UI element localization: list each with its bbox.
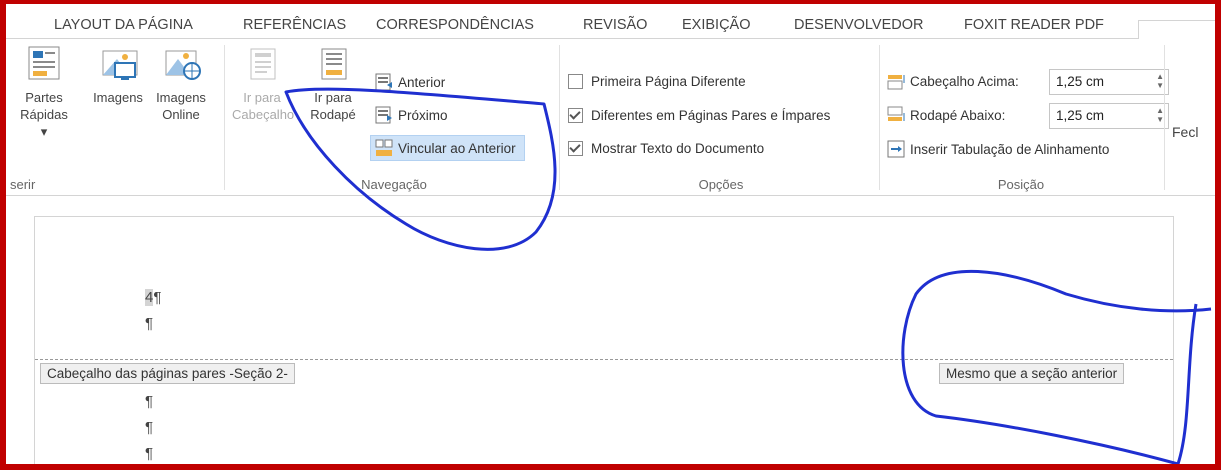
tab-revisao[interactable]: REVISÃO [583, 17, 647, 33]
tab-correspondencias[interactable]: CORRESPONDÊNCIAS [376, 17, 534, 33]
mostrar-label: Mostrar Texto do Documento [591, 141, 765, 156]
primeira-label: Primeira Página Diferente [591, 74, 746, 89]
next-section-icon [375, 106, 392, 124]
inserir-tabulacao-button[interactable]: Inserir Tabulação de Alinhamento [886, 137, 1109, 161]
ribbon-tab-bar: LAYOUT DA PÁGINA REFERÊNCIAS CORRESPONDÊ… [6, 4, 1215, 39]
link-to-previous-icon [375, 139, 393, 156]
tab-referencias[interactable]: REFERÊNCIAS [243, 17, 346, 33]
checkbox-box [568, 74, 583, 89]
tabulacao-label: Inserir Tabulação de Alinhamento [910, 141, 1110, 157]
rodape-abaixo-input[interactable]: 1,25 cm ▲ ▼ [1049, 103, 1169, 129]
group-separator [224, 45, 225, 190]
checkbox-box [568, 141, 583, 156]
group-posicao-label: Posição [997, 177, 1045, 192]
imagens-button[interactable]: Imagens [88, 45, 148, 106]
ir-cab-label-2: Cabeçalho [232, 107, 295, 122]
alignment-tab-icon [887, 140, 905, 158]
tab-layout[interactable]: LAYOUT DA PÁGINA [54, 17, 193, 33]
quick-parts-icon [28, 46, 60, 80]
online-picture-icon [165, 50, 201, 80]
tab-design-active[interactable] [1138, 20, 1215, 39]
group-navegacao-label: Navegação [361, 177, 427, 192]
spin-arrows-icon[interactable]: ▲ ▼ [1156, 106, 1164, 124]
spin-arrows-icon[interactable]: ▲ ▼ [1156, 72, 1164, 90]
rodape-abaixo-value: 1,25 cm [1056, 108, 1105, 123]
cabecalho-acima-label: Cabeçalho Acima: [910, 73, 1019, 89]
previous-section-icon [375, 73, 392, 91]
header-boundary-line [35, 359, 1173, 360]
pares-impares-checkbox[interactable]: Diferentes em Páginas Pares e Ímpares [568, 108, 830, 123]
online-label-2: Online [162, 107, 200, 122]
ir-rod-label-1: Ir para [314, 90, 352, 105]
fechar-button[interactable]: Fecl [1172, 124, 1198, 140]
ir-para-cabecalho-button[interactable]: Ir para Cabeçalho [232, 45, 295, 123]
group-separator [559, 45, 560, 190]
pilcrow: ¶ [145, 315, 154, 332]
cabecalho-acima-input[interactable]: 1,25 cm ▲ ▼ [1049, 69, 1169, 95]
partes-label-2: Rápidas ▾ [20, 107, 68, 139]
header-position-icon [887, 75, 905, 90]
proximo-label: Próximo [398, 107, 448, 123]
footer-position-icon [887, 106, 905, 121]
vincular-ao-anterior-button[interactable]: Vincular ao Anterior [370, 135, 525, 161]
mostrar-texto-checkbox[interactable]: Mostrar Texto do Documento [568, 141, 764, 156]
cabecalho-acima-label-row: Cabeçalho Acima: [886, 69, 1019, 93]
partes-rapidas-button[interactable]: Partes Rápidas ▾ [16, 45, 72, 140]
pilcrow: ¶ [145, 445, 154, 462]
pilcrow: ¶ [145, 419, 154, 436]
ribbon: Partes Rápidas ▾ Imagens Imagens Online … [6, 39, 1215, 196]
go-to-footer-icon [321, 48, 347, 80]
vincular-label: Vincular ao Anterior [398, 140, 516, 156]
page: 4¶ ¶ Cabeçalho das páginas pares -Seção … [34, 216, 1174, 464]
document-area: 4¶ ¶ Cabeçalho das páginas pares -Seção … [6, 196, 1215, 464]
picture-icon [102, 50, 138, 80]
primeira-pagina-checkbox[interactable]: Primeira Página Diferente [568, 74, 746, 89]
ir-cab-label-1: Ir para [243, 90, 281, 105]
ir-rod-label-2: Rodapé [310, 107, 356, 122]
imagens-online-button[interactable]: Imagens Online [148, 45, 214, 123]
online-label-1: Imagens [156, 90, 206, 105]
anterior-button[interactable]: Anterior [374, 70, 445, 94]
header-section-tag: Cabeçalho das páginas pares -Seção 2- [40, 363, 295, 384]
go-to-header-icon [250, 48, 276, 80]
cabecalho-acima-value: 1,25 cm [1056, 74, 1105, 89]
proximo-button[interactable]: Próximo [374, 103, 448, 127]
tab-foxit[interactable]: FOXIT READER PDF [964, 17, 1104, 33]
group-opcoes-label: Opções [698, 177, 744, 192]
tab-desenvolvedor[interactable]: DESENVOLVEDOR [794, 17, 923, 33]
group-inserir-label: serir [10, 177, 36, 192]
partes-label-1: Partes [25, 90, 63, 105]
page-number-line: 4¶ [145, 289, 161, 306]
tab-exibicao[interactable]: EXIBIÇÃO [682, 17, 751, 33]
group-separator [879, 45, 880, 190]
anterior-label: Anterior [398, 74, 446, 90]
pilcrow: ¶ [145, 393, 154, 410]
pilcrow: ¶ [153, 289, 162, 306]
imagens-label: Imagens [93, 90, 143, 105]
screenshot-frame: LAYOUT DA PÁGINA REFERÊNCIAS CORRESPONDÊ… [0, 0, 1221, 470]
rodape-abaixo-label: Rodapé Abaixo: [910, 107, 1006, 123]
pares-label: Diferentes em Páginas Pares e Ímpares [591, 108, 831, 123]
checkbox-box [568, 108, 583, 123]
same-as-previous-tag: Mesmo que a seção anterior [939, 363, 1125, 384]
rodape-abaixo-label-row: Rodapé Abaixo: [886, 103, 1005, 127]
ir-para-rodape-button[interactable]: Ir para Rodapé [304, 45, 362, 123]
group-separator [1164, 45, 1165, 190]
